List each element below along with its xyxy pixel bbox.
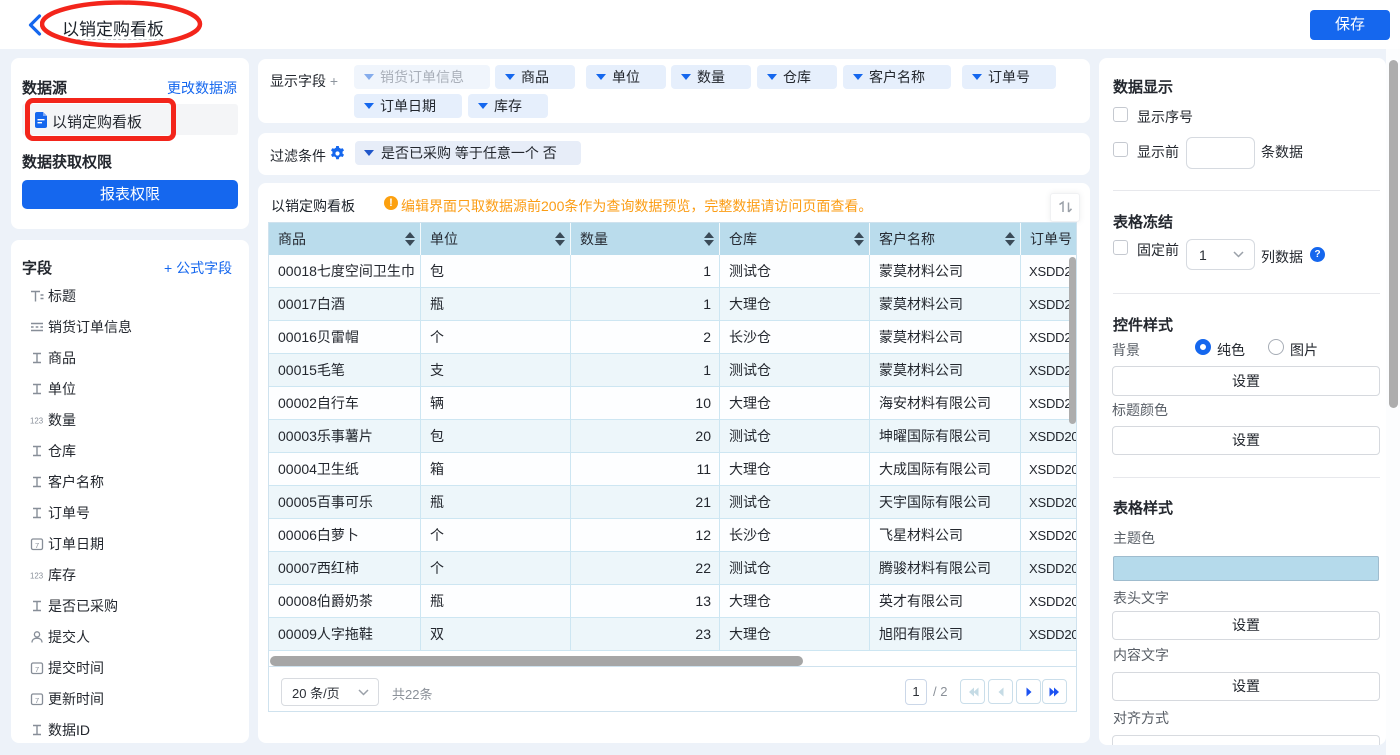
svg-text:123: 123 [30,417,44,426]
svg-text:7: 7 [35,696,39,705]
svg-text:7: 7 [35,665,39,674]
svg-text:123: 123 [30,572,44,581]
svg-text:7: 7 [35,541,39,550]
